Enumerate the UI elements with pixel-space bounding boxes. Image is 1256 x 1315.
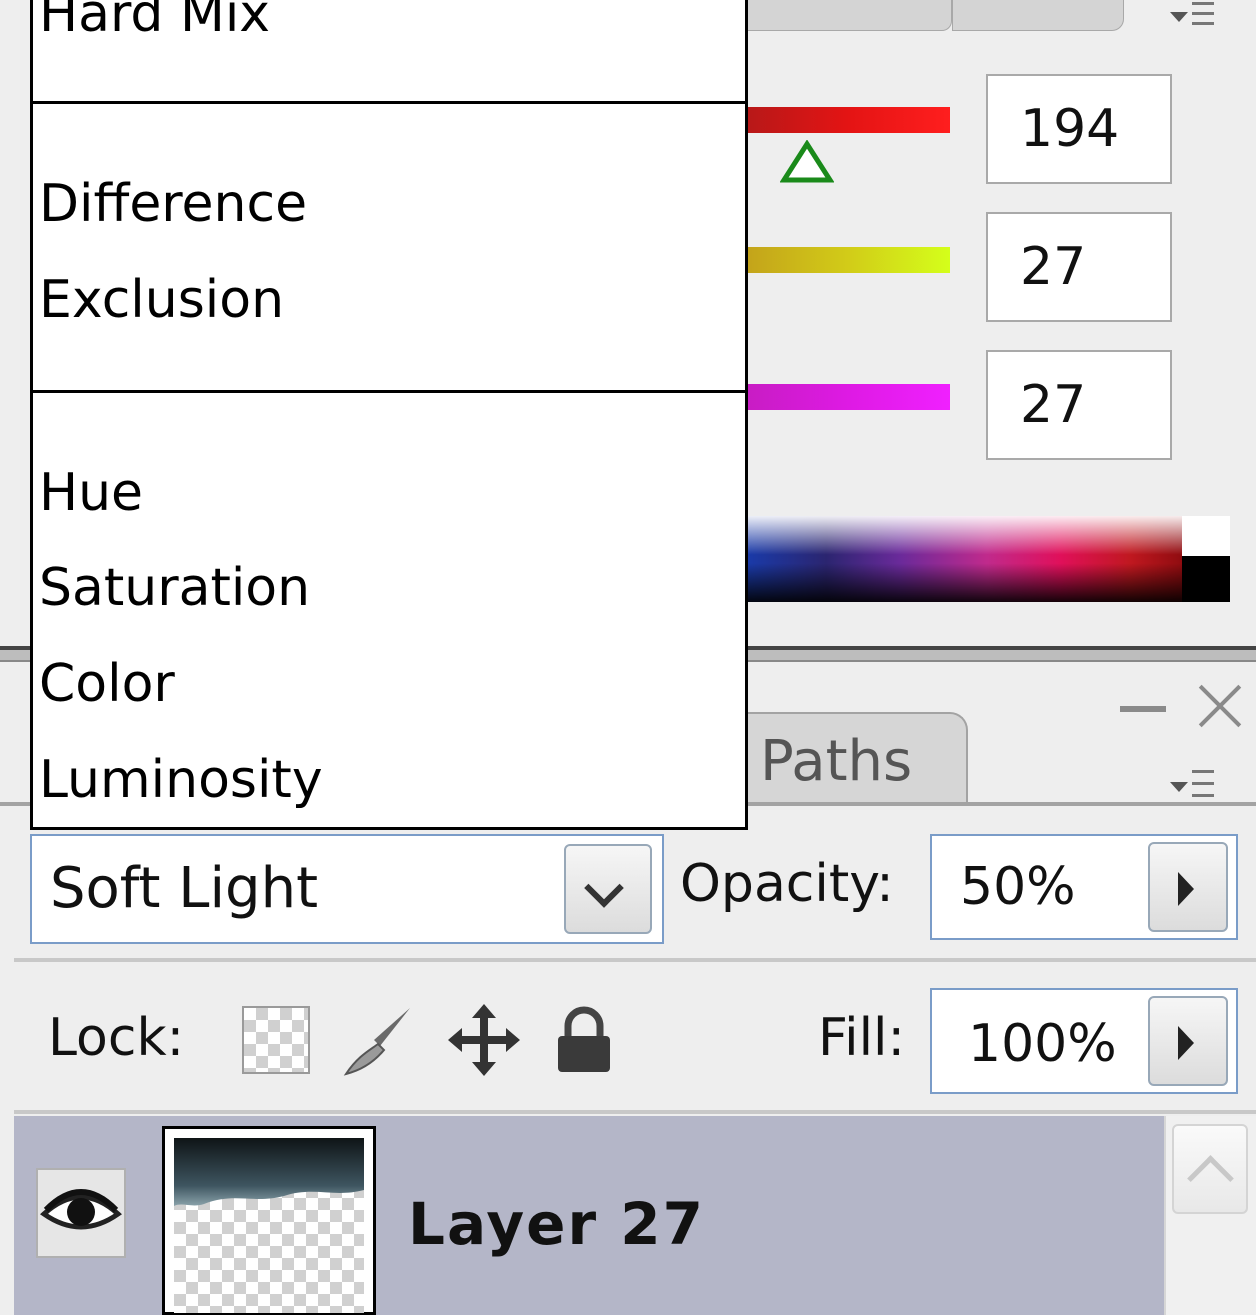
blend-mode-select[interactable]: Soft Light: [30, 834, 664, 944]
layers-menu-icon[interactable]: [1168, 770, 1214, 800]
brush-icon[interactable]: [340, 1000, 422, 1082]
separator: [14, 1110, 1256, 1114]
minimize-icon[interactable]: [1120, 706, 1166, 712]
red-slider[interactable]: [748, 107, 950, 133]
menu-item-difference[interactable]: Difference: [39, 174, 307, 234]
opacity-label: Opacity:: [680, 854, 894, 914]
red-value-input[interactable]: 194: [986, 74, 1172, 184]
green-value-input[interactable]: 27: [986, 212, 1172, 322]
fill-field[interactable]: 100%: [930, 988, 1238, 1094]
tab-paths[interactable]: Paths: [740, 712, 968, 804]
menu-separator: [33, 390, 745, 393]
chevron-down-icon[interactable]: [564, 844, 652, 934]
opacity-field[interactable]: 50%: [930, 834, 1238, 940]
menu-item-luminosity[interactable]: Luminosity: [39, 750, 323, 810]
blend-mode-menu: Hard Mix Difference Exclusion Hue Satura…: [30, 0, 748, 830]
blue-slider[interactable]: [748, 384, 950, 410]
fill-stepper-arrow-icon[interactable]: [1148, 996, 1228, 1086]
menu-item-color[interactable]: Color: [39, 654, 175, 714]
opacity-value: 50%: [960, 857, 1076, 917]
black-swatch[interactable]: [1182, 556, 1230, 602]
eye-icon: [40, 1189, 122, 1230]
tab-color-partial[interactable]: [745, 0, 952, 31]
panel-menu-icon[interactable]: [1168, 0, 1214, 30]
menu-item-hard-mix[interactable]: Hard Mix: [39, 0, 270, 44]
menu-item-exclusion[interactable]: Exclusion: [39, 270, 284, 330]
green-slider[interactable]: [748, 247, 950, 273]
menu-separator: [33, 101, 745, 104]
lock-label: Lock:: [48, 1008, 185, 1068]
visibility-toggle[interactable]: [36, 1168, 126, 1258]
blend-mode-value: Soft Light: [50, 856, 319, 921]
menu-item-hue[interactable]: Hue: [39, 463, 143, 523]
slider-thumb-icon[interactable]: [780, 140, 834, 188]
color-spectrum-ramp[interactable]: [748, 516, 1182, 602]
padlock-icon[interactable]: [552, 1004, 616, 1076]
menu-item-saturation[interactable]: Saturation: [39, 558, 310, 618]
scroll-up-icon[interactable]: [1172, 1124, 1248, 1214]
lock-transparent-icon[interactable]: [242, 1006, 310, 1074]
blue-value-input[interactable]: 27: [986, 350, 1172, 460]
move-icon[interactable]: [444, 1000, 524, 1080]
separator: [14, 958, 1256, 962]
opacity-stepper-arrow-icon[interactable]: [1148, 842, 1228, 932]
fill-value: 100%: [968, 1014, 1117, 1074]
close-icon[interactable]: [1196, 682, 1244, 730]
tab-styles-partial[interactable]: [952, 0, 1124, 31]
fill-label: Fill:: [818, 1008, 905, 1068]
white-swatch[interactable]: [1182, 516, 1230, 556]
layer-thumbnail: [174, 1138, 364, 1313]
layer-name[interactable]: Layer 27: [408, 1190, 705, 1258]
